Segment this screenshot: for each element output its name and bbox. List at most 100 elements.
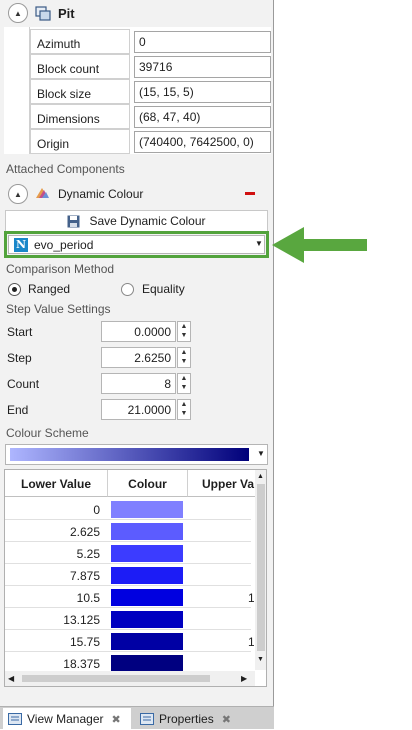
pit-title: Pit (58, 6, 75, 21)
column-header-colour[interactable]: Colour (108, 470, 188, 497)
colour-table: Lower Value Colour Upper Va 0 2.625 5.25… (4, 469, 267, 687)
close-icon[interactable]: ✖ (222, 713, 231, 726)
table-row[interactable]: 5.25 (5, 542, 251, 564)
dynamic-colour-label: Dynamic Colour (58, 187, 144, 201)
colour-swatch[interactable] (111, 633, 183, 650)
start-row: Start 0.0000 ▲ ▼ (0, 321, 274, 343)
lower-value-cell: 13.125 (63, 613, 100, 627)
end-input[interactable]: 21.0000 (101, 399, 176, 420)
tab-view-manager-label: View Manager (27, 712, 104, 726)
ranged-radio[interactable] (8, 283, 21, 296)
pit-properties-grid: Azimuth 0 Block count 39716 Block size (… (4, 27, 271, 154)
end-label: End (7, 403, 29, 417)
count-stepper[interactable]: ▲ ▼ (177, 373, 191, 394)
step-input[interactable]: 2.6250 (101, 347, 176, 368)
equality-radio[interactable] (121, 283, 134, 296)
collapse-pit-button[interactable]: ▲ (8, 3, 28, 23)
count-row: Count 8 ▲ ▼ (0, 373, 274, 395)
colour-swatch[interactable] (111, 567, 183, 584)
start-input[interactable]: 0.0000 (101, 321, 176, 342)
chevron-down-icon: ▼ (257, 449, 265, 458)
save-icon (67, 215, 80, 227)
properties-icon (140, 713, 154, 725)
origin-field[interactable]: (740400, 7642500, 0) (134, 131, 271, 153)
attribute-select[interactable]: N evo_period ▼ (8, 235, 265, 254)
colour-scheme-select[interactable]: ▼ (5, 444, 268, 465)
bottom-tab-bar: View Manager ✖ Properties ✖ (0, 706, 274, 730)
minus-icon[interactable] (245, 192, 255, 195)
green-arrow-annotation (272, 227, 367, 263)
chevron-down-icon: ▼ (255, 239, 263, 248)
colour-swatch[interactable] (111, 501, 183, 518)
column-header-upper-value[interactable]: Upper Va (188, 470, 256, 497)
equality-label: Equality (142, 282, 185, 296)
start-label: Start (7, 325, 33, 339)
scroll-left-icon[interactable]: ◀ (8, 674, 14, 683)
attached-components-heading: Attached Components (6, 162, 125, 176)
lower-value-cell: 15.75 (69, 635, 100, 649)
colour-swatch[interactable] (111, 545, 183, 562)
tab-view-manager[interactable]: View Manager ✖ (3, 708, 131, 730)
column-header-lower-value[interactable]: Lower Value (5, 470, 108, 497)
step-label: Step (7, 351, 32, 365)
collapse-dynamic-colour-button[interactable]: ▲ (8, 184, 28, 204)
property-row-block-count: Block count 39716 (30, 54, 271, 79)
comparison-method-heading: Comparison Method (6, 262, 115, 276)
ranged-label: Ranged (28, 282, 71, 296)
lower-value-cell: 5.25 (76, 547, 100, 561)
block-count-field[interactable]: 39716 (134, 56, 271, 78)
property-name: Azimuth (30, 29, 130, 54)
scroll-down-icon[interactable]: ▼ (257, 656, 264, 663)
dynamic-colour-icon (36, 188, 49, 198)
lower-value-cell: 0 (93, 503, 100, 517)
table-row[interactable]: 0 (5, 498, 251, 520)
count-input[interactable]: 8 (101, 373, 176, 394)
property-row-azimuth: Azimuth 0 (30, 29, 271, 54)
property-row-block-size: Block size (15, 15, 5) (30, 79, 271, 104)
step-value-settings-heading: Step Value Settings (6, 302, 111, 316)
horizontal-scroll-thumb[interactable] (22, 675, 210, 682)
vertical-scroll-thumb[interactable] (257, 484, 265, 651)
scroll-up-icon[interactable]: ▲ (257, 473, 264, 480)
azimuth-field[interactable]: 0 (134, 31, 271, 53)
property-row-dimensions: Dimensions (68, 47, 40) (30, 104, 271, 129)
property-name: Origin (30, 129, 130, 154)
table-row[interactable]: 10.5 1 (5, 586, 254, 608)
start-stepper[interactable]: ▲ ▼ (177, 321, 191, 342)
colour-scheme-gradient (10, 448, 249, 461)
count-label: Count (7, 377, 40, 391)
property-name: Dimensions (30, 104, 130, 129)
side-panel: ▲ Pit Azimuth 0 Block count 39716 Block … (0, 0, 274, 730)
vertical-scrollbar[interactable]: ▲ ▼ (255, 470, 266, 670)
grid-gutter (4, 27, 30, 154)
table-row[interactable]: 7.875 (5, 564, 251, 586)
property-row-origin: Origin (740400, 7642500, 0) (30, 129, 271, 154)
step-stepper[interactable]: ▲ ▼ (177, 347, 191, 368)
colour-scheme-heading: Colour Scheme (6, 426, 89, 440)
colour-swatch[interactable] (111, 523, 183, 540)
lower-value-cell: 7.875 (69, 569, 100, 583)
colour-swatch[interactable] (111, 655, 183, 672)
pit-icon (35, 6, 51, 21)
colour-swatch[interactable] (111, 589, 183, 606)
scroll-right-icon[interactable]: ▶ (241, 674, 247, 683)
step-row: Step 2.6250 ▲ ▼ (0, 347, 274, 369)
upper-value-cell: 1 (248, 591, 254, 605)
close-icon[interactable]: ✖ (112, 713, 121, 726)
block-size-field[interactable]: (15, 15, 5) (134, 81, 271, 103)
end-stepper[interactable]: ▲ ▼ (177, 399, 191, 420)
table-row[interactable]: 13.125 (5, 608, 251, 630)
table-row[interactable]: 15.75 1 (5, 630, 254, 652)
horizontal-scrollbar[interactable]: ◀ ▶ (5, 671, 255, 686)
save-dynamic-colour-button[interactable]: Save Dynamic Colour (5, 210, 268, 232)
dimensions-field[interactable]: (68, 47, 40) (134, 106, 271, 128)
attribute-select-value: evo_period (34, 238, 94, 252)
tab-properties[interactable]: Properties ✖ (135, 708, 240, 730)
colour-swatch[interactable] (111, 611, 183, 628)
tab-properties-label: Properties (159, 712, 214, 726)
table-row[interactable]: 2.625 (5, 520, 251, 542)
lower-value-cell: 10.5 (76, 591, 100, 605)
numeric-attribute-icon: N (14, 238, 28, 252)
lower-value-cell: 2.625 (69, 525, 100, 539)
save-dynamic-colour-label: Save Dynamic Colour (89, 214, 206, 228)
